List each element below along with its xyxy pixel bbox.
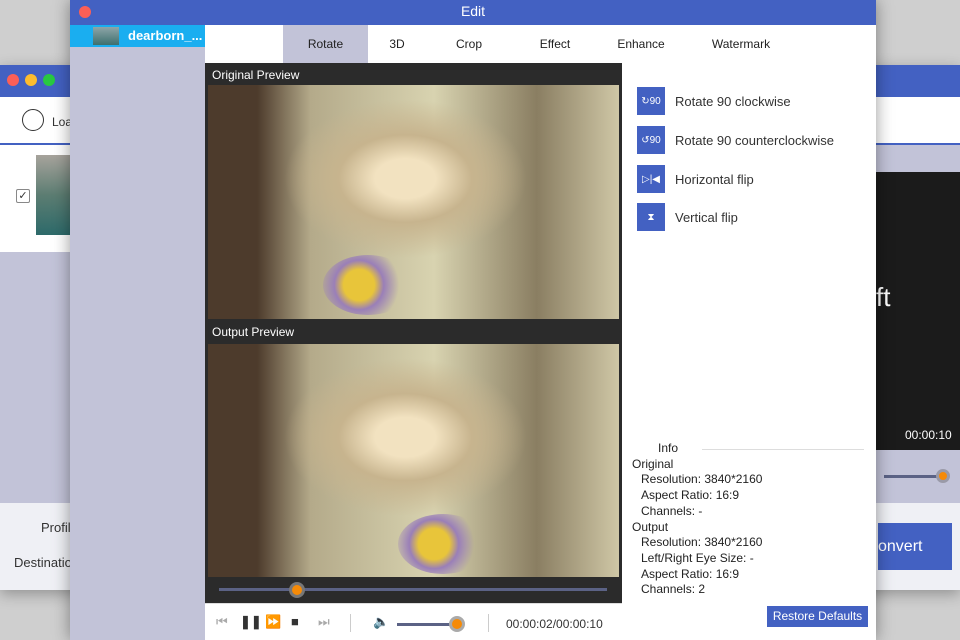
- output-preview-label: Output Preview: [212, 325, 295, 339]
- original-preview-image: [208, 85, 619, 319]
- zoom-button[interactable]: [43, 74, 55, 86]
- flip-vertical-icon: ⧗: [637, 203, 665, 231]
- info-output-aspect: Aspect Ratio: 16:9: [641, 566, 740, 581]
- rotate-cw-icon: ↻90: [637, 87, 665, 115]
- close-button[interactable]: [7, 74, 19, 86]
- flip-horizontal-icon: ▷|◀: [637, 165, 665, 193]
- main-volume-thumb[interactable]: [936, 469, 950, 483]
- option-label: Horizontal flip: [675, 171, 754, 187]
- divider: [488, 614, 489, 632]
- info-original-heading: Original: [632, 456, 674, 471]
- tab-rotate[interactable]: Rotate: [283, 25, 368, 63]
- info-original-channels: Channels: -: [641, 503, 703, 518]
- file-name: dearborn_...: [128, 28, 203, 43]
- original-preview-label: Original Preview: [212, 68, 300, 82]
- preview-text: ft: [876, 282, 891, 312]
- tab-crop[interactable]: Crop: [426, 25, 512, 63]
- fast-forward-icon[interactable]: ⏩: [265, 614, 281, 630]
- main-time: 00:00:10: [905, 428, 952, 442]
- info-original-resolution: Resolution: 3840*2160: [641, 472, 763, 487]
- volume-icon[interactable]: 🔈: [373, 614, 389, 630]
- edit-title: Edit: [460, 3, 486, 19]
- previous-icon[interactable]: ⏮: [216, 614, 228, 630]
- pause-icon[interactable]: ❚❚: [240, 614, 262, 630]
- output-preview-image: [208, 344, 619, 577]
- main-volume-slider[interactable]: [884, 475, 944, 478]
- tab-enhance[interactable]: Enhance: [598, 25, 684, 63]
- playback-controls: ⏮ ❚❚ ⏩ ■ ⏭ 🔈 00:00:02/00:00:10: [205, 603, 622, 640]
- load-icon[interactable]: [22, 109, 44, 131]
- info-output-heading: Output: [632, 519, 669, 534]
- seek-thumb[interactable]: [288, 582, 305, 598]
- playback-time: 00:00:02/00:00:10: [506, 617, 603, 631]
- info-section: Info Original Resolution: 3840*2160 Aspe…: [632, 441, 864, 598]
- next-icon[interactable]: ⏭: [318, 614, 330, 630]
- file-checkbox[interactable]: ✓: [16, 189, 30, 203]
- tab-watermark[interactable]: Watermark: [684, 25, 798, 63]
- info-original-aspect: Aspect Ratio: 16:9: [641, 488, 740, 503]
- rotate-ccw-icon: ↺90: [637, 126, 665, 154]
- stop-icon[interactable]: ■: [291, 614, 299, 629]
- destination-label: Destinatio: [14, 555, 72, 570]
- tab-3d[interactable]: 3D: [368, 25, 426, 63]
- restore-defaults-button[interactable]: Restore Defaults: [767, 606, 868, 627]
- volume-thumb[interactable]: [449, 616, 465, 632]
- vertical-flip-option[interactable]: ⧗ Vertical flip: [637, 203, 738, 231]
- option-label: Vertical flip: [675, 209, 738, 225]
- edit-window: Edit dearborn_... Rotate 3D Crop Effect …: [70, 0, 876, 640]
- edit-tabs: Rotate 3D Crop Effect Enhance Watermark: [205, 25, 876, 63]
- option-label: Rotate 90 clockwise: [675, 93, 791, 109]
- info-output-channels: Channels: 2: [641, 582, 706, 597]
- rotate-ccw-option[interactable]: ↺90 Rotate 90 counterclockwise: [637, 126, 834, 154]
- file-thumbnail: [93, 27, 119, 45]
- divider: [350, 614, 351, 632]
- profile-label: Profil: [41, 520, 71, 535]
- edit-title-bar: Edit: [70, 0, 876, 25]
- rotate-cw-option[interactable]: ↻90 Rotate 90 clockwise: [637, 87, 791, 115]
- main-preview: ft 00:00:10: [876, 172, 960, 450]
- tab-effect[interactable]: Effect: [512, 25, 598, 63]
- seek-bar[interactable]: [219, 588, 607, 591]
- edit-close-button[interactable]: [79, 6, 91, 18]
- volume-slider[interactable]: [397, 623, 457, 626]
- info-title: Info: [632, 441, 702, 457]
- file-sidebar: dearborn_...: [70, 25, 205, 640]
- info-output-eye-size: Left/Right Eye Size: -: [641, 550, 754, 565]
- option-label: Rotate 90 counterclockwise: [675, 132, 834, 148]
- convert-button[interactable]: onvert: [878, 523, 952, 570]
- preview-panel: Original Preview Output Preview: [205, 63, 622, 603]
- minimize-button[interactable]: [25, 74, 37, 86]
- info-output-resolution: Resolution: 3840*2160: [641, 535, 763, 550]
- horizontal-flip-option[interactable]: ▷|◀ Horizontal flip: [637, 165, 754, 193]
- rotate-panel: ↻90 Rotate 90 clockwise ↺90 Rotate 90 coun…: [622, 63, 876, 640]
- sidebar-file-item[interactable]: dearborn_...: [70, 25, 205, 47]
